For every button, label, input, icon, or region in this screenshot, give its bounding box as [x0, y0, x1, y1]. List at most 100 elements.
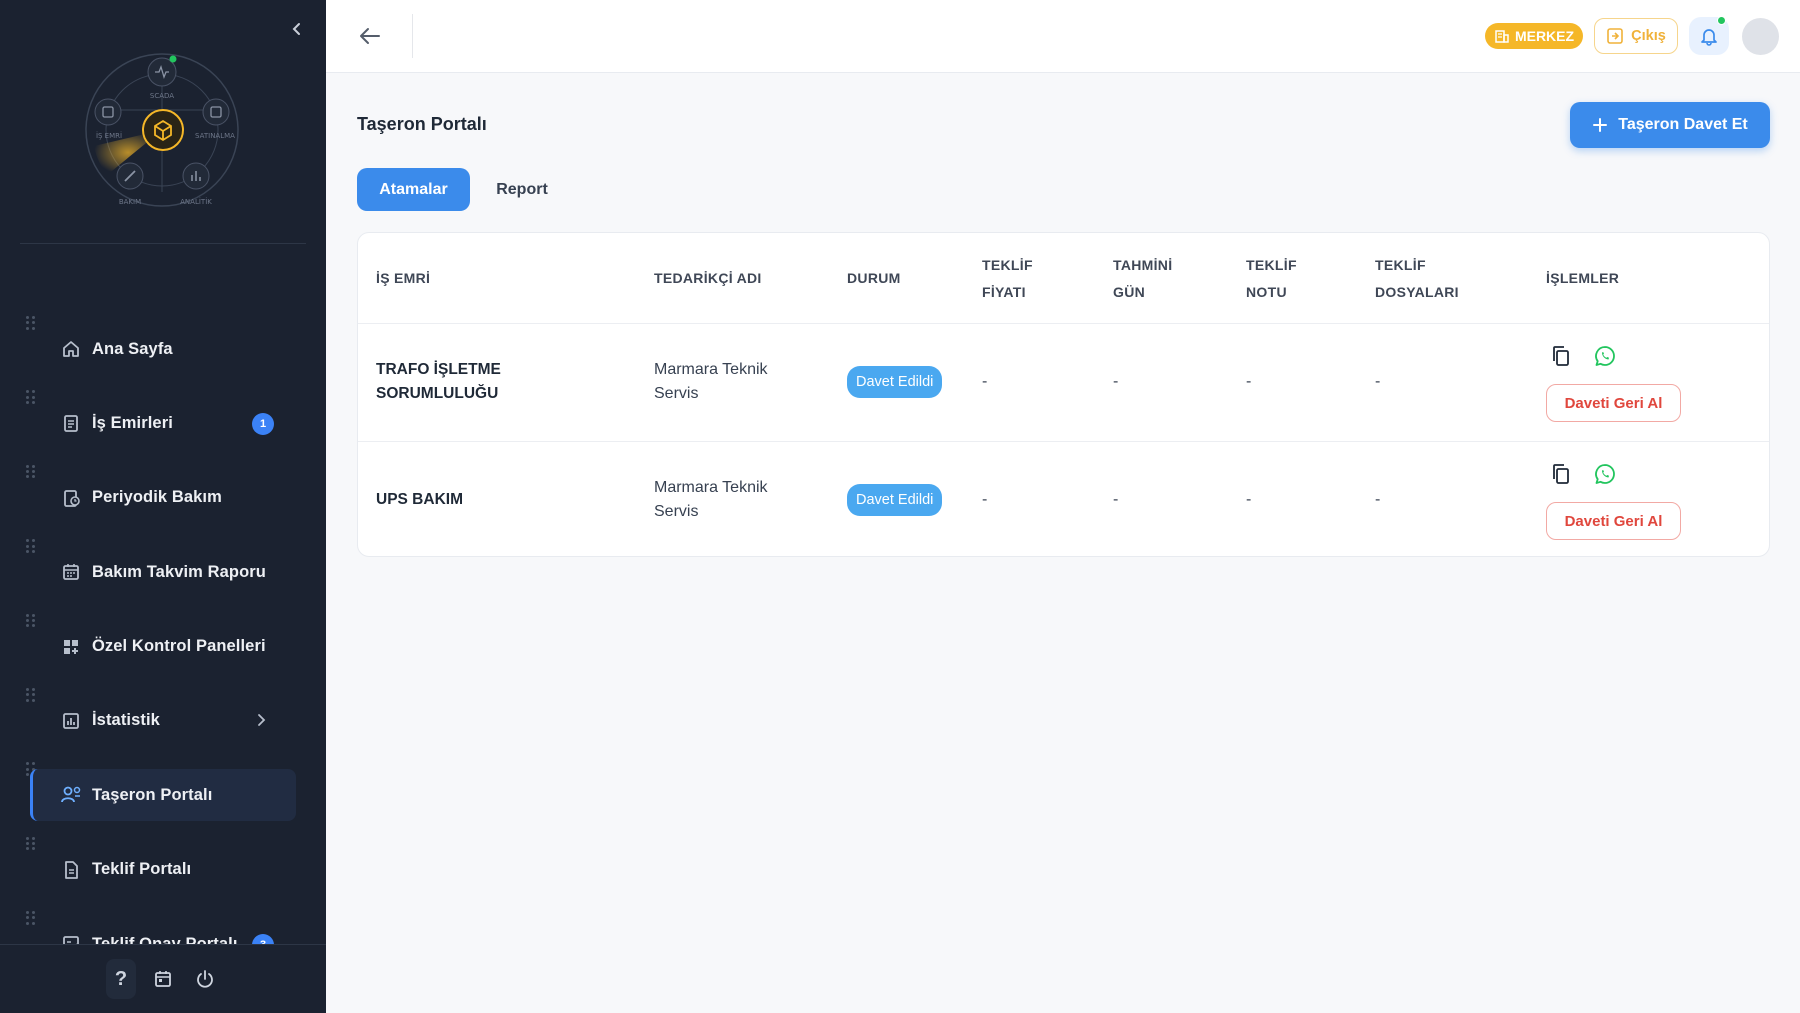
- copy-link-button[interactable]: [1549, 462, 1573, 486]
- column-header: TEKLİF FİYATI: [982, 256, 1033, 300]
- calendar-button[interactable]: [148, 959, 178, 999]
- revoke-invite-button[interactable]: Daveti Geri Al: [1546, 502, 1681, 540]
- sidebar-item-label: Taşeron Portalı: [92, 785, 213, 804]
- logout-label: Çıkış: [1631, 28, 1666, 44]
- power-icon: [197, 970, 213, 988]
- column-header: DURUM: [847, 270, 901, 286]
- table-header: İŞ EMRİ TEDARİKÇİ ADI DURUM TEKLİF FİYAT…: [358, 233, 1769, 324]
- bell-icon: [1701, 29, 1717, 46]
- topbar: MERKEZ Çıkış: [326, 0, 1800, 73]
- column-header: İŞ EMRİ: [376, 270, 431, 286]
- invite-subcontractor-button[interactable]: Taşeron Davet Et: [1570, 102, 1770, 148]
- supplier-cell: Marmara Teknik Servis: [654, 361, 768, 402]
- sidebar-item-label: Ana Sayfa: [92, 339, 173, 358]
- collapse-sidebar-button[interactable]: [289, 18, 305, 40]
- sidebar-link-ozel-kontrol-panelleri[interactable]: Özel Kontrol Panelleri: [30, 621, 296, 673]
- column-header: TAHMİNİ GÜN: [1113, 256, 1173, 300]
- days-cell: -: [1113, 491, 1119, 508]
- note-cell: -: [1246, 491, 1252, 508]
- sidebar-item-istatistik: İstatistik: [0, 672, 326, 746]
- count-badge: 1: [252, 413, 274, 436]
- plus-icon: [1593, 118, 1608, 132]
- sidebar-item-is-emirleri: İş Emirleri 1: [0, 374, 326, 448]
- sidebar-link-taseron-portali[interactable]: Taşeron Portalı: [30, 769, 296, 822]
- work-order-cell: TRAFO İŞLETME SORUMLULUĞU: [376, 361, 501, 402]
- building-icon: [1495, 30, 1509, 43]
- sidebar-item-label: İş Emirleri: [92, 413, 173, 432]
- notification-dot: [1717, 16, 1726, 25]
- work-order-cell: UPS BAKIM: [376, 491, 463, 508]
- status-cell: Davet Edildi: [847, 324, 943, 440]
- help-button[interactable]: ?: [106, 959, 136, 999]
- logo-label-bottom-left: BAKIM: [119, 198, 141, 206]
- sidebar-item-label: Bakım Takvim Raporu: [92, 562, 266, 581]
- arrow-left-icon: [360, 28, 380, 44]
- copy-icon: [1553, 346, 1569, 366]
- sidebar-link-teklif-portali[interactable]: Teklif Portalı: [30, 844, 296, 896]
- sidebar-link-istatistik[interactable]: İstatistik: [30, 695, 296, 747]
- sidebar-link-bakim-takvim-raporu[interactable]: Bakım Takvim Raporu: [30, 546, 296, 598]
- supplier-cell: Marmara Teknik Servis: [654, 479, 768, 520]
- table-row: TRAFO İŞLETME SORUMLULUĞU Marmara Teknik…: [358, 324, 1769, 440]
- avatar[interactable]: [1742, 18, 1779, 55]
- sidebar: SCADA İŞ EMRİ SATINALMA BAKIM ANALİTİK A…: [0, 0, 326, 1013]
- topbar-divider: [412, 14, 413, 58]
- sidebar-item-label: Özel Kontrol Panelleri: [92, 637, 266, 656]
- back-button[interactable]: [356, 22, 384, 50]
- copy-link-button[interactable]: [1549, 344, 1573, 368]
- invite-button-label: Taşeron Davet Et: [1618, 116, 1748, 133]
- sidebar-link-teklif-onay-portali[interactable]: Teklif Onay Portalı 3: [30, 918, 296, 945]
- days-cell: -: [1113, 373, 1119, 390]
- sidebar-item-ana-sayfa: Ana Sayfa: [0, 300, 326, 374]
- branch-label: MERKEZ: [1514, 28, 1575, 44]
- bar-chart-icon: [60, 710, 82, 732]
- row-actions: [1549, 462, 1617, 486]
- document-icon: [60, 859, 82, 881]
- status-badge: Davet Edildi: [847, 366, 943, 398]
- logout-icon: [1607, 28, 1623, 44]
- revoke-invite-button[interactable]: Daveti Geri Al: [1546, 384, 1681, 422]
- clipboard-icon: [60, 412, 82, 434]
- power-button[interactable]: [190, 959, 220, 999]
- status-badge: Davet Edildi: [847, 484, 943, 516]
- column-header: TEDARİKÇİ ADI: [654, 270, 762, 286]
- calendar-icon: [60, 561, 82, 583]
- sidebar-item-teklif-portali: Teklif Portalı: [0, 821, 326, 895]
- logo-label-right: SATINALMA: [195, 132, 235, 140]
- clipboard-clock-icon: [60, 487, 82, 509]
- app-logo: SCADA İŞ EMRİ SATINALMA BAKIM ANALİTİK: [82, 50, 242, 210]
- tab-atamalar[interactable]: Atamalar: [357, 168, 470, 211]
- sidebar-item-label: Periyodik Bakım: [92, 488, 222, 507]
- sidebar-item-label: İstatistik: [92, 711, 160, 730]
- logo-label-center: SCADA: [150, 92, 174, 100]
- whatsapp-icon: [1595, 464, 1615, 484]
- sidebar-item-label: Teklif Portalı: [92, 860, 192, 879]
- table-row: UPS BAKIM Marmara Teknik Servis Davet Ed…: [358, 441, 1769, 556]
- branch-badge[interactable]: MERKEZ: [1485, 23, 1583, 49]
- dashboard-add-icon: [60, 636, 82, 658]
- column-header: TEKLİF DOSYALARI: [1375, 256, 1459, 300]
- files-cell: -: [1375, 373, 1381, 390]
- users-gear-icon: [60, 784, 82, 806]
- logout-button[interactable]: Çıkış: [1594, 18, 1678, 54]
- sidebar-link-ana-sayfa[interactable]: Ana Sayfa: [30, 323, 296, 375]
- sidebar-link-is-emirleri[interactable]: İş Emirleri 1: [30, 397, 296, 449]
- tab-report[interactable]: Report: [482, 168, 562, 211]
- sidebar-divider: [20, 243, 306, 244]
- assignments-table: İŞ EMRİ TEDARİKÇİ ADI DURUM TEKLİF FİYAT…: [357, 232, 1770, 557]
- note-cell: -: [1246, 373, 1252, 390]
- calendar-icon: [155, 971, 171, 987]
- copy-icon: [1553, 464, 1569, 484]
- sidebar-nav: Ana Sayfa İş Emirleri 1 Periyodik Bakım …: [0, 300, 326, 945]
- price-cell: -: [982, 373, 988, 390]
- whatsapp-share-button[interactable]: [1593, 462, 1617, 486]
- price-cell: -: [982, 491, 988, 508]
- sidebar-item-teklif-onay-portali: Teklif Onay Portalı 3: [0, 895, 326, 945]
- sidebar-link-periyodik-bakim[interactable]: Periyodik Bakım: [30, 472, 296, 524]
- column-header: TEKLİF NOTU: [1246, 256, 1297, 300]
- whatsapp-share-button[interactable]: [1593, 344, 1617, 368]
- logo-label-bottom-right: ANALİTİK: [180, 197, 212, 206]
- chevron-left-icon: [292, 23, 300, 35]
- notifications-button[interactable]: [1689, 16, 1729, 55]
- sidebar-item-ozel-kontrol-panelleri: Özel Kontrol Panelleri: [0, 598, 326, 672]
